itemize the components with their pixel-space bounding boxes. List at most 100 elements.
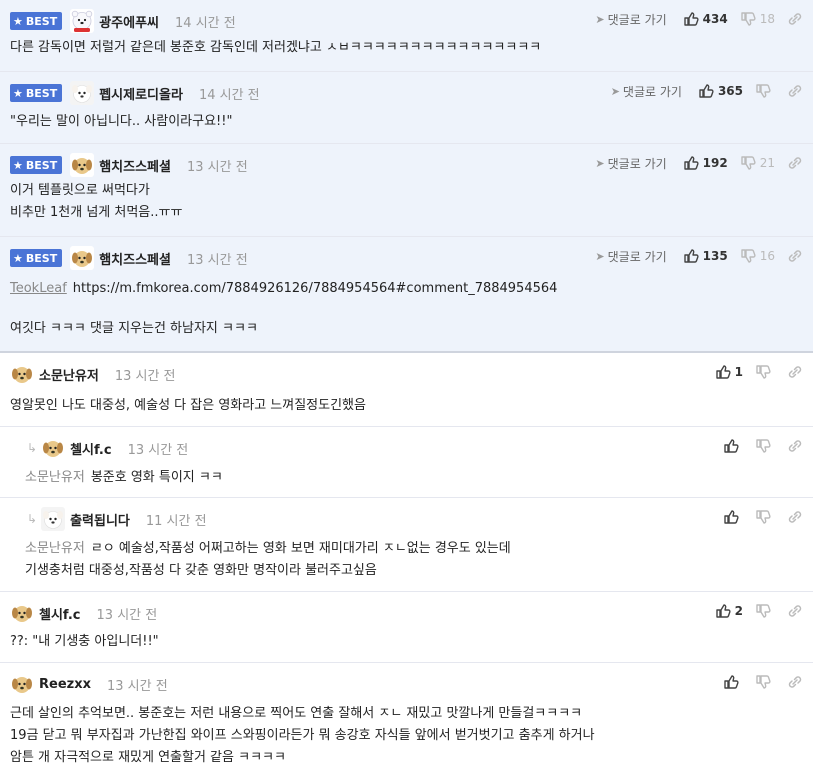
downvote-button[interactable]: 18 (740, 11, 775, 27)
best-badge: ★ BEST (10, 84, 63, 102)
upvote-count: 135 (702, 249, 728, 263)
thumb-down-icon (756, 84, 771, 98)
parent-author-ref[interactable]: 소문난유저 (25, 541, 85, 556)
comment: Reezxx 13 시간 전 근데 살인의 추억보면.. 봉준호는 저런 내용으… (0, 663, 813, 783)
timestamp: 14 시간 전 (198, 87, 260, 103)
comment-header: ↳ 첼시f.c 13 시간 전 (27, 436, 188, 460)
star-icon: ★ (13, 86, 23, 100)
downvote-button[interactable] (755, 364, 775, 380)
puppy-avatar[interactable] (10, 362, 34, 386)
upvote-count: 434 (702, 12, 728, 26)
thumb-up-icon (683, 156, 699, 170)
puppy-avatar[interactable] (10, 601, 34, 625)
author-nick[interactable]: 소문난유저 (39, 365, 99, 384)
link-icon[interactable] (787, 11, 803, 27)
link-icon[interactable] (787, 83, 803, 99)
comment-header: ↳ 출력됩니다 11 시간 전 (27, 507, 207, 531)
reply-comment: ↳ 첼시f.c 13 시간 전 소문난유저 봉준호 영화 특이지 ㅋㅋ (0, 427, 813, 498)
author-nick[interactable]: 광주에푸씨 (99, 12, 159, 31)
link-icon[interactable] (787, 364, 803, 380)
upvote-count: 1 (734, 365, 743, 379)
parent-author-ref[interactable]: 소문난유저 (25, 470, 85, 485)
reply-arrow-icon: ↳ (27, 512, 38, 526)
upvote-button[interactable]: 1 (715, 364, 743, 380)
best-badge: ★ BEST (10, 156, 63, 174)
upvote-button[interactable]: 135 (683, 248, 728, 264)
upvote-button[interactable]: 192 (683, 155, 728, 171)
thumb-up-icon (715, 365, 731, 379)
comment-actions: ➤ 댓글로 가기 192 21 (595, 153, 803, 173)
comment-actions (717, 672, 803, 692)
link-icon[interactable] (787, 438, 803, 454)
timestamp: 13 시간 전 (186, 252, 248, 268)
white-dog-avatar[interactable] (70, 81, 95, 105)
star-icon: ★ (13, 251, 23, 265)
author-nick[interactable]: 햄치즈스페셜 (99, 156, 171, 175)
polar-bear-avatar[interactable] (70, 9, 95, 33)
upvote-button[interactable] (723, 509, 743, 525)
thumb-down-icon (756, 675, 771, 689)
author-nick[interactable]: 햄치즈스페셜 (99, 249, 171, 268)
puppy-avatar[interactable] (41, 436, 66, 460)
timestamp: 13 시간 전 (186, 159, 248, 175)
goto-comment-link[interactable]: ➤ 댓글로 가기 (595, 155, 666, 172)
downvote-button[interactable]: 21 (740, 155, 775, 171)
thumb-down-icon (756, 439, 771, 453)
puppy-avatar[interactable] (70, 246, 95, 270)
upvote-button[interactable]: 434 (683, 11, 728, 27)
author-nick[interactable]: 첼시f.c (70, 439, 112, 458)
downvote-button[interactable] (755, 83, 775, 99)
downvote-count: 16 (759, 249, 775, 263)
puppy-avatar[interactable] (10, 672, 34, 696)
reply-arrow-icon: ↳ (27, 441, 38, 455)
comment-actions (717, 436, 803, 456)
thumb-up-icon (724, 675, 739, 689)
author-nick[interactable]: 첼시f.c (39, 604, 81, 623)
upvote-button[interactable]: 365 (698, 83, 743, 99)
downvote-count: 18 (759, 12, 775, 26)
best-badge: ★ BEST (10, 12, 63, 30)
downvote-button[interactable] (755, 509, 775, 525)
link-icon[interactable] (787, 155, 803, 171)
thumb-down-icon (756, 510, 771, 524)
link-icon[interactable] (787, 603, 803, 619)
link-icon[interactable] (787, 674, 803, 690)
author-nick[interactable]: 펩시제로디올라 (99, 84, 183, 103)
comment-body: 영알못인 나도 대중성, 예술성 다 잡은 영화라고 느껴질정도긴했음 (10, 398, 366, 413)
downvote-button[interactable] (755, 603, 775, 619)
best-comment: ★ BEST 광주에푸씨 14 시간 전 ➤ 댓글로 가기 434 18 다른 감독… (0, 0, 813, 72)
puppy-avatar[interactable] (70, 153, 95, 177)
downvote-button[interactable]: 16 (740, 248, 775, 264)
link-icon[interactable] (787, 509, 803, 525)
author-nick[interactable]: 출력됩니다 (70, 510, 130, 529)
best-comment: ★ BEST 펩시제로디올라 14 시간 전 ➤ 댓글로 가기 365 "우리는 말… (0, 72, 813, 144)
comment-body: TeokLeaf https://m.fmkorea.com/7884926126… (10, 281, 558, 336)
link-icon[interactable] (787, 248, 803, 264)
downvote-button[interactable] (755, 438, 775, 454)
comment-body: "우리는 말이 아닙니다.. 사람이라구요!!" (10, 114, 233, 129)
thumb-down-icon (741, 12, 756, 26)
upvote-button[interactable] (723, 438, 743, 454)
comment-actions: 1 (709, 362, 803, 382)
upvote-button[interactable] (723, 674, 743, 690)
upvote-count: 192 (702, 156, 728, 170)
downvote-button[interactable] (755, 674, 775, 690)
thumb-up-icon (683, 249, 699, 263)
thumb-up-icon (699, 84, 714, 98)
downvote-count: 21 (759, 156, 775, 170)
comment-header: 첼시f.c 13 시간 전 (10, 601, 157, 625)
goto-comment-link[interactable]: ➤ 댓글로 가기 (595, 11, 666, 28)
thumb-down-icon (756, 365, 771, 379)
timestamp: 11 시간 전 (145, 513, 207, 529)
goto-comment-link[interactable]: ➤ 댓글로 가기 (611, 83, 682, 100)
upvote-button[interactable]: 2 (715, 603, 743, 619)
author-nick[interactable]: Reezxx (39, 677, 91, 692)
goto-comment-link[interactable]: ➤ 댓글로 가기 (595, 248, 666, 265)
white-dog-avatar[interactable] (41, 507, 66, 531)
comment-header: ★ BEST 햄치즈스페셜 13 시간 전 (10, 246, 248, 270)
comment-header: 소문난유저 13 시간 전 (10, 362, 176, 386)
mention-link[interactable]: TeokLeaf (10, 281, 67, 296)
comment-header: ★ BEST 광주에푸씨 14 시간 전 (10, 9, 236, 33)
thumb-up-icon (683, 12, 699, 26)
comment-url[interactable]: https://m.fmkorea.com/7884926126/7884954… (73, 281, 558, 296)
